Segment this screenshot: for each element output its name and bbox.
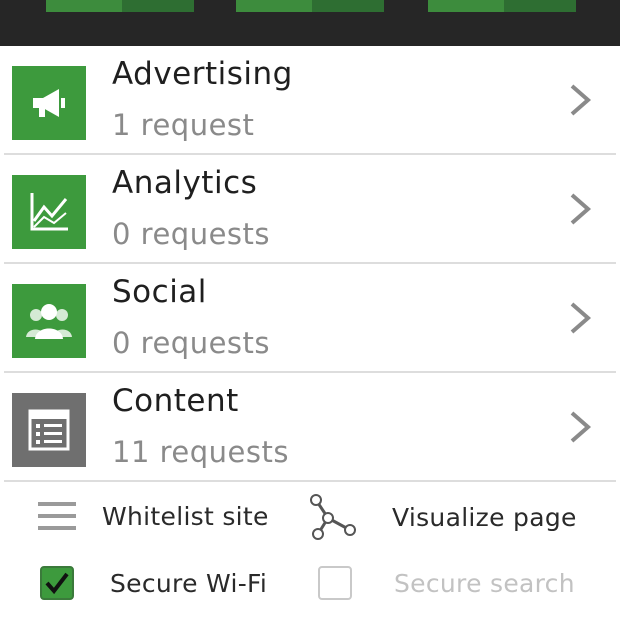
request-count: 1 request [112, 108, 255, 142]
category-title: Social [112, 274, 207, 310]
secure-search-label: Secure search [394, 568, 575, 598]
category-title: Content [112, 383, 239, 419]
chart-icon [12, 175, 86, 249]
secure-search-toggle[interactable]: Secure search [318, 566, 575, 600]
checkmark-icon [45, 572, 69, 595]
top-tab-1[interactable] [46, 0, 194, 12]
megaphone-icon [12, 66, 86, 140]
whitelist-site-label: Whitelist site [102, 501, 269, 531]
category-row-advertising[interactable]: Advertising 1 request [4, 46, 616, 155]
category-row-social[interactable]: Social 0 requests [4, 264, 616, 373]
network-graph-icon [310, 494, 356, 540]
secure-wifi-checkbox[interactable] [40, 566, 74, 600]
top-tab-3[interactable] [428, 0, 576, 12]
chevron-right-icon[interactable] [560, 82, 596, 118]
chevron-right-icon[interactable] [560, 409, 596, 445]
document-list-icon [12, 393, 86, 467]
top-bar [0, 0, 620, 46]
request-count: 0 requests [112, 217, 271, 251]
whitelist-site-button[interactable]: Whitelist site [36, 498, 269, 534]
request-count: 0 requests [112, 326, 271, 360]
category-title: Advertising [112, 56, 293, 92]
secure-search-checkbox[interactable] [318, 566, 352, 600]
top-tab-2[interactable] [236, 0, 384, 12]
chevron-right-icon[interactable] [560, 300, 596, 336]
category-row-content[interactable]: Content 11 requests [4, 373, 616, 482]
footer-actions: Whitelist site Visualize page Secure Wi-… [0, 480, 620, 620]
visualize-page-label: Visualize page [392, 502, 577, 532]
chevron-right-icon[interactable] [560, 191, 596, 227]
menu-icon [38, 502, 76, 530]
visualize-page-button[interactable]: Visualize page [306, 492, 577, 542]
category-title: Analytics [112, 165, 258, 201]
category-list: Advertising 1 request Analytics 0 reques… [0, 46, 620, 482]
secure-wifi-label: Secure Wi-Fi [110, 568, 268, 598]
category-row-analytics[interactable]: Analytics 0 requests [4, 155, 616, 264]
secure-wifi-toggle[interactable]: Secure Wi-Fi [40, 566, 267, 600]
request-count: 11 requests [112, 435, 289, 469]
people-icon [12, 284, 86, 358]
